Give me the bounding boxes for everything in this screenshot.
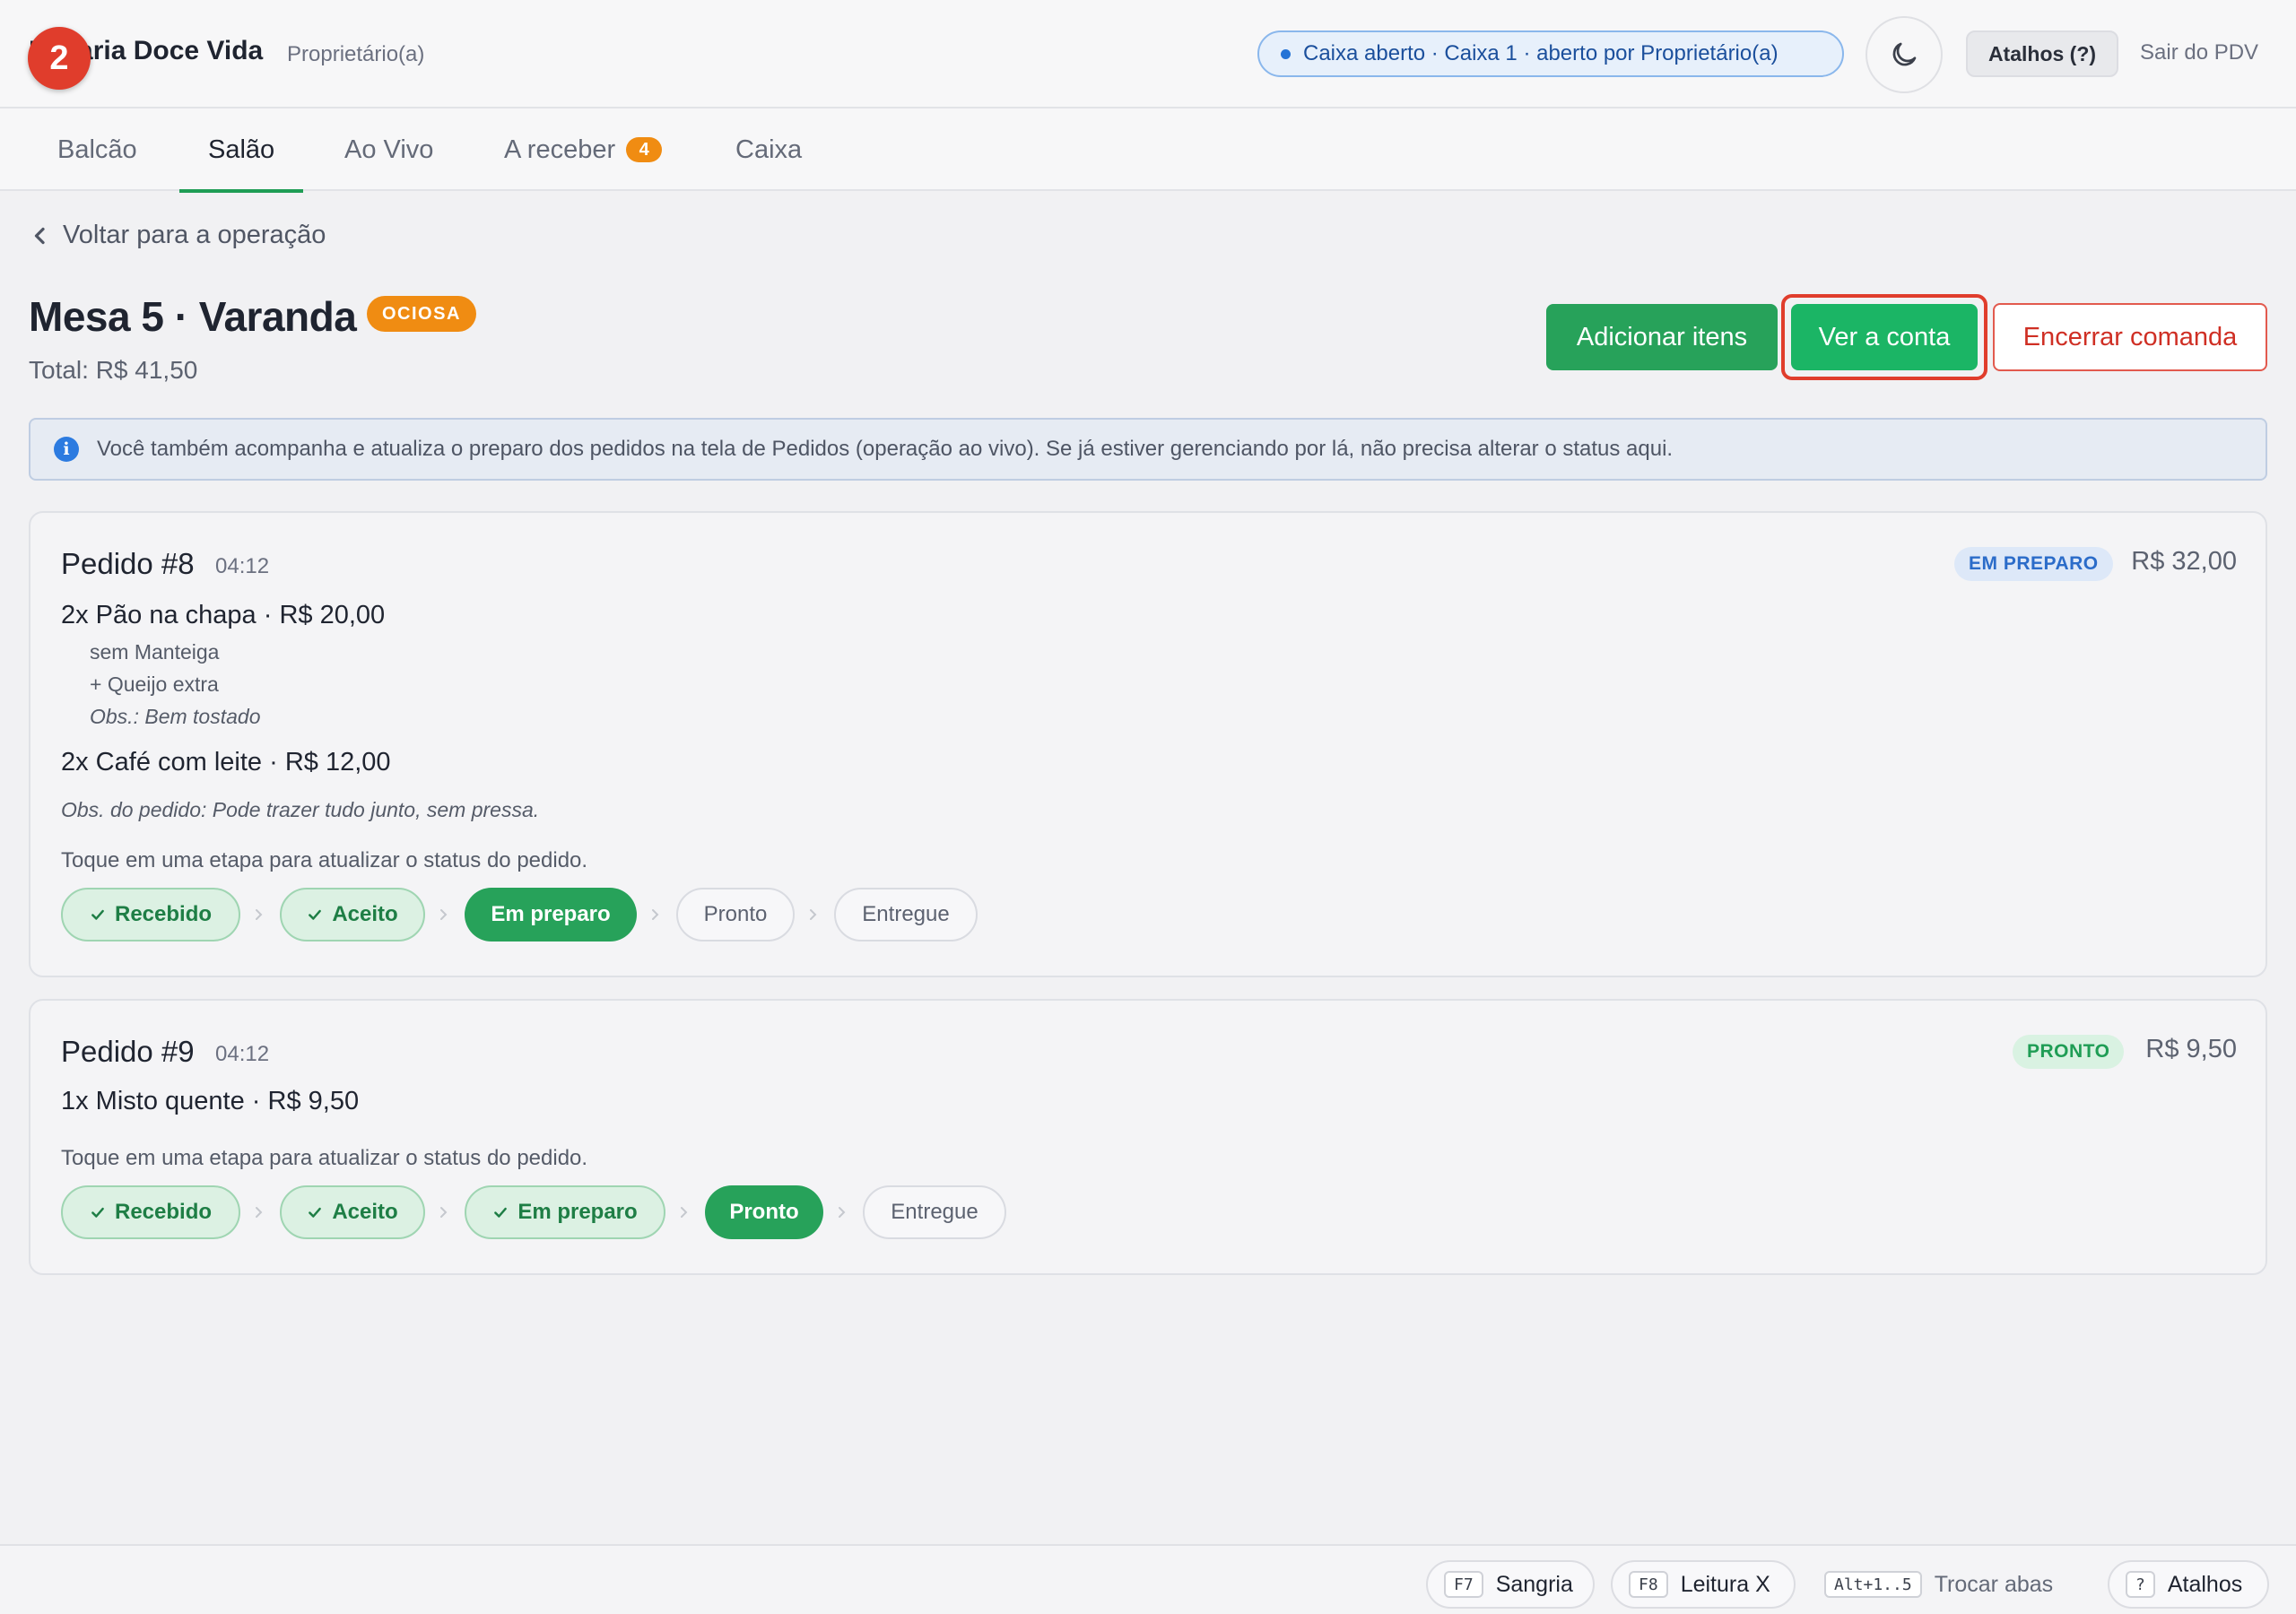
tab-a-receber[interactable]: A receber 4	[504, 108, 663, 191]
order-note: Obs. do pedido: Pode trazer tudo junto, …	[61, 798, 540, 821]
step-label: Em preparo	[491, 902, 611, 926]
page-title: Mesa 5 · Varanda	[29, 293, 357, 340]
step-recebido[interactable]: Recebido	[61, 1185, 240, 1239]
cash-register-status: Caixa aberto · Caixa 1 · aberto por Prop…	[1257, 30, 1844, 77]
user-role: Proprietário(a)	[287, 42, 425, 66]
step-label: Aceito	[332, 902, 398, 926]
step-label: Em preparo	[517, 1200, 638, 1224]
chevron-right-icon	[674, 1203, 692, 1221]
chevron-right-icon	[646, 906, 664, 924]
chevron-right-icon	[804, 906, 822, 924]
order-amount: R$ 9,50	[2145, 1035, 2237, 1063]
tab-label: Salão	[208, 134, 275, 164]
add-items-button[interactable]: Adicionar itens	[1546, 304, 1778, 370]
tab-label: A receber	[504, 134, 616, 164]
check-icon	[307, 907, 323, 923]
step-em-preparo[interactable]: Em preparo	[465, 888, 637, 941]
order-status-badge: PRONTO	[2013, 1035, 2125, 1069]
chevron-right-icon	[434, 906, 452, 924]
tab-balcao[interactable]: Balcão	[57, 108, 137, 191]
order-title: Pedido #9	[61, 1035, 195, 1068]
check-icon	[90, 1204, 106, 1220]
info-banner-text: Você também acompanha e atualiza o prepa…	[97, 437, 1674, 461]
close-tab-button[interactable]: Encerrar comanda	[1993, 303, 2267, 371]
table-status-badge: OCIOSA	[367, 296, 476, 332]
info-banner: i Você também acompanha e atualiza o pre…	[29, 418, 2267, 481]
view-bill-button[interactable]: Ver a conta	[1791, 304, 1978, 370]
order-time: 04:12	[215, 1042, 270, 1066]
step-pronto[interactable]: Pronto	[705, 1185, 823, 1239]
item-observation: Obs.: Bem tostado	[90, 705, 261, 728]
step-label: Recebido	[114, 902, 213, 926]
shortcut-label: Leitura X	[1680, 1571, 1770, 1597]
status-hint: Toque em uma etapa para atualizar o stat…	[61, 1146, 588, 1170]
status-dot-icon	[1281, 48, 1291, 59]
step-pronto[interactable]: Pronto	[676, 888, 795, 941]
shortcut-key: F8	[1629, 1571, 1668, 1598]
theme-toggle-button[interactable]	[1866, 16, 1943, 93]
order-card: Pedido #9 04:12 PRONTO R$ 9,50 1x Misto …	[29, 999, 2267, 1275]
chevron-right-icon	[249, 906, 267, 924]
check-icon	[492, 1204, 509, 1220]
tab-count-badge: 4	[626, 137, 663, 162]
step-aceito[interactable]: Aceito	[280, 888, 425, 941]
item-modifier: sem Manteiga	[90, 640, 220, 664]
status-hint: Toque em uma etapa para atualizar o stat…	[61, 848, 588, 872]
main-tabs: Balcão Salão Ao Vivo A receber 4 Caixa	[0, 108, 2296, 193]
shortcut-label: Sangria	[1495, 1571, 1573, 1597]
chevron-right-icon	[434, 1203, 452, 1221]
step-label: Aceito	[332, 1200, 398, 1224]
shortcut-footer: F7 Sangria F8 Leitura X Alt+1..5 Trocar …	[0, 1544, 2296, 1614]
step-aceito[interactable]: Aceito	[280, 1185, 425, 1239]
table-total: Total: R$ 41,50	[29, 356, 198, 384]
cash-status-text: Caixa aberto · Caixa 1 · aberto por Prop…	[1303, 41, 1779, 65]
item-modifier: + Queijo extra	[90, 672, 219, 696]
order-time: 04:12	[215, 554, 270, 578]
tab-salao[interactable]: Salão	[179, 108, 304, 193]
order-card: Pedido #8 04:12 EM PREPARO R$ 32,00 2x P…	[29, 511, 2267, 977]
tab-label: Ao Vivo	[344, 134, 434, 164]
step-entregue[interactable]: Entregue	[834, 888, 978, 941]
step-label: Entregue	[862, 902, 950, 926]
order-item: 2x Pão na chapa · R$ 20,00	[61, 601, 386, 629]
chevron-right-icon	[249, 1203, 267, 1221]
step-label: Pronto	[729, 1200, 799, 1224]
step-label: Entregue	[891, 1200, 978, 1224]
back-to-operation-link[interactable]: Voltar para a operação	[32, 221, 326, 250]
tab-label: Balcão	[57, 134, 137, 164]
shortcut-label: Trocar abas	[1934, 1571, 2054, 1597]
check-icon	[307, 1204, 323, 1220]
moon-icon	[1892, 42, 1917, 66]
back-link-label: Voltar para a operação	[63, 221, 326, 249]
order-amount: R$ 32,00	[2131, 547, 2237, 576]
step-recebido[interactable]: Recebido	[61, 888, 240, 941]
order-title: Pedido #8	[61, 547, 195, 580]
info-icon: i	[54, 437, 79, 462]
leitura-x-shortcut-button[interactable]: F8 Leitura X	[1611, 1560, 1796, 1609]
step-label: Pronto	[703, 902, 768, 926]
check-icon	[90, 907, 106, 923]
top-bar: Padaria Doce Vida 2 Proprietário(a) Caix…	[0, 0, 2296, 108]
step-label: Recebido	[114, 1200, 213, 1224]
order-item: 1x Misto quente · R$ 9,50	[61, 1087, 360, 1115]
order-item: 2x Café com leite · R$ 12,00	[61, 748, 391, 777]
order-status-badge: EM PREPARO	[1954, 547, 2113, 581]
chevron-left-icon	[34, 227, 45, 244]
step-em-preparo[interactable]: Em preparo	[465, 1185, 665, 1239]
step-number-badge: 2	[28, 27, 91, 90]
shortcut-key: Alt+1..5	[1824, 1571, 1922, 1598]
shortcut-label: Atalhos	[2167, 1571, 2243, 1597]
sangria-shortcut-button[interactable]: F7 Sangria	[1426, 1560, 1595, 1609]
shortcuts-button[interactable]: Atalhos (?)	[1966, 30, 2118, 77]
tab-caixa[interactable]: Caixa	[735, 108, 802, 191]
step-entregue[interactable]: Entregue	[863, 1185, 1006, 1239]
chevron-right-icon	[832, 1203, 850, 1221]
logout-link[interactable]: Sair do PDV	[2140, 40, 2258, 65]
switch-tabs-shortcut-hint: Alt+1..5 Trocar abas	[1824, 1560, 2053, 1609]
atalhos-shortcut-button[interactable]: ? Atalhos	[2108, 1560, 2269, 1609]
shortcut-key: F7	[1444, 1571, 1483, 1598]
tab-ao-vivo[interactable]: Ao Vivo	[344, 108, 433, 191]
tab-label: Caixa	[735, 134, 803, 164]
shortcut-key: ?	[2126, 1571, 2155, 1598]
